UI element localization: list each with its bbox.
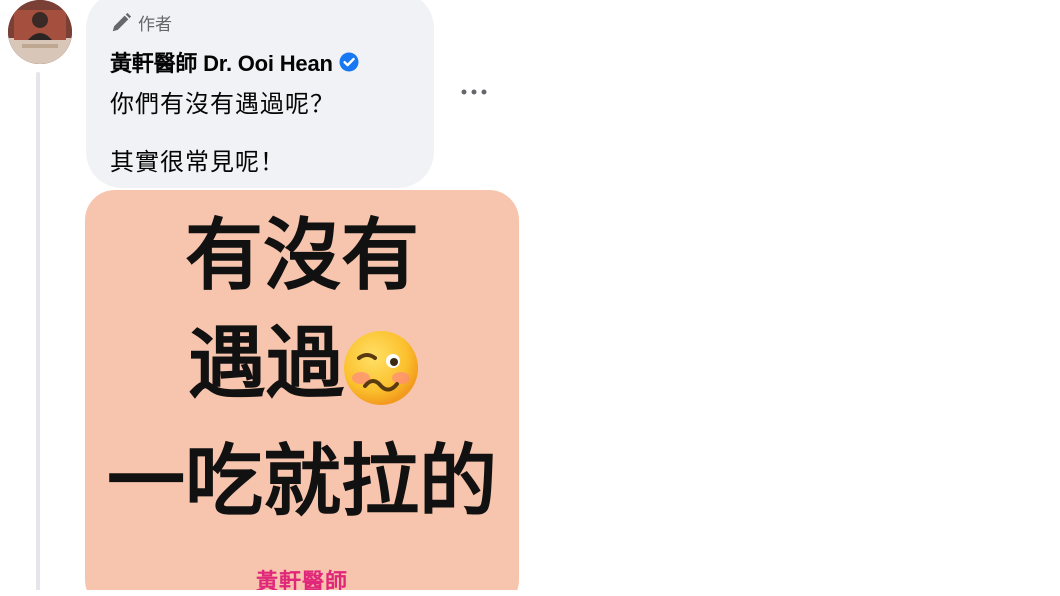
verified-badge-icon (339, 52, 359, 72)
comment-text-line: 其實很常見呢！ (110, 149, 285, 176)
more-options-icon (461, 89, 487, 95)
author-badge: 作者 (110, 10, 172, 35)
author-name-link[interactable]: 黃軒醫師 Dr. Ooi Hean (110, 46, 333, 78)
image-text-line: 有沒有 (184, 211, 419, 299)
comment-thread: 作者 黃軒醫師 Dr. Ooi Hean 你們有沒有遇過呢？ 其實很常見呢！ 有… (0, 0, 1060, 596)
more-options-button[interactable] (454, 78, 494, 106)
author-name-row: 黃軒醫師 Dr. Ooi Hean (110, 46, 359, 78)
author-badge-label: 作者 (138, 15, 172, 34)
image-text-line: 遇過 (187, 319, 344, 407)
thread-connector-line (36, 72, 40, 596)
image-text-line: 一吃就拉的 (106, 437, 497, 525)
author-avatar[interactable] (8, 0, 72, 64)
comment-text-line: 你們有沒有遇過呢？ (110, 91, 335, 118)
pencil-icon (112, 12, 132, 31)
woozy-face-icon (344, 331, 418, 405)
comment-image[interactable]: 有沒有 遇過 一吃就拉的 黃軒醫師 (85, 190, 519, 596)
bottom-edge (0, 590, 1060, 596)
